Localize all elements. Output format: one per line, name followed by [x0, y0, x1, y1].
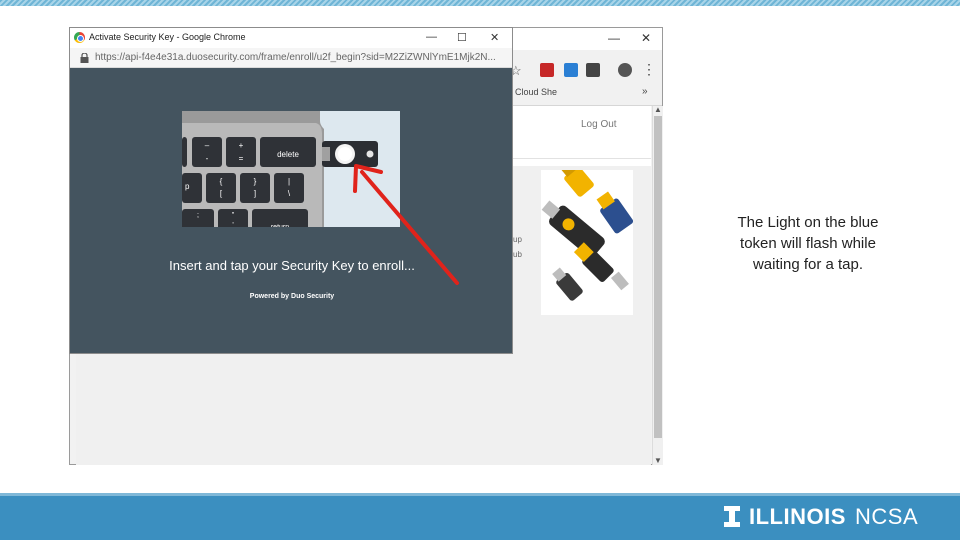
bg-scrollbar[interactable]: ▲ ▼ — [652, 105, 663, 465]
key-delete: delete — [277, 150, 299, 159]
security-keys-image — [541, 161, 634, 315]
bg-minimize-button[interactable]: — — [608, 31, 620, 45]
extension-icon[interactable] — [564, 63, 578, 77]
bg-close-button[interactable]: ✕ — [641, 31, 651, 45]
slide: — ✕ ☆ ⋮ Cloud She » Log Out up ub ▲ ▼ Ac… — [0, 0, 960, 540]
bookmark-cloud[interactable]: Cloud She — [515, 87, 557, 97]
popup-minimize-button[interactable]: — — [426, 31, 437, 43]
security-key-popup-window: Activate Security Key - Google Chrome — … — [69, 27, 513, 354]
footer-bar: ILLINOIS NCSA — [0, 493, 960, 540]
key-plus-top: + — [239, 141, 244, 150]
kebab-menu-icon[interactable]: ⋮ — [642, 61, 656, 78]
lock-icon — [80, 53, 89, 63]
bookmarks-overflow-icon[interactable]: » — [642, 86, 648, 97]
logo-illinois-text: ILLINOIS — [749, 504, 846, 529]
key-return: return — [271, 224, 289, 227]
top-stripe — [0, 0, 960, 6]
insert-key-instruction: Insert and tap your Security Key to enro… — [169, 258, 415, 273]
footer-accent-line — [0, 493, 960, 496]
block-i-icon — [724, 506, 740, 527]
security-keys-illustration — [541, 161, 634, 315]
popup-window-title: Activate Security Key - Google Chrome — [89, 32, 246, 42]
logout-link[interactable]: Log Out — [581, 119, 617, 130]
key-minus-bottom: - — [206, 154, 209, 163]
key-brace-top: { — [220, 177, 223, 186]
key-p: p — [185, 182, 190, 191]
caption-line-1: The Light on the blue — [737, 214, 879, 231]
bg-side-text-1: up — [513, 235, 522, 244]
scroll-down-icon[interactable]: ▼ — [654, 456, 662, 465]
bg-side-text-2: ub — [513, 250, 522, 259]
keyboard-security-key-illustration: – - + = delete p { [ } ] | \ ; " ' retur… — [182, 111, 400, 227]
key-plus-bottom: = — [239, 154, 244, 163]
popup-url: https://api-f4e4e31a.duosecurity.com/fra… — [95, 52, 496, 63]
profile-avatar-icon[interactable] — [618, 63, 632, 77]
key-semi: ; — [197, 212, 199, 219]
key-pipe-top: | — [288, 177, 290, 186]
powered-by-label: Powered by Duo Security — [249, 293, 335, 300]
key-rbrace-top: } — [254, 177, 257, 186]
extension-badge-icon[interactable] — [586, 63, 600, 77]
popup-maximize-button[interactable]: ☐ — [457, 31, 467, 44]
slide-caption: The Light on the blue token will flash w… — [715, 212, 901, 275]
key-quote-bottom: ' — [232, 222, 233, 227]
scrollbar-thumb[interactable] — [654, 116, 662, 438]
ublock-extension-icon[interactable] — [540, 63, 554, 77]
chrome-logo-icon — [74, 32, 85, 43]
scroll-up-icon[interactable]: ▲ — [654, 105, 662, 114]
popup-titlebar: Activate Security Key - Google Chrome — … — [70, 28, 512, 48]
popup-close-button[interactable]: ✕ — [490, 31, 499, 44]
caption-line-3: waiting for a tap. — [752, 256, 864, 273]
key-minus-top: – — [205, 141, 210, 150]
logo-ncsa-text: NCSA — [855, 504, 919, 529]
popup-address-bar[interactable]: https://api-f4e4e31a.duosecurity.com/fra… — [70, 48, 512, 68]
keyboard-illustration: – - + = delete p { [ } ] | \ ; " ' retur… — [182, 111, 400, 227]
key-rbrace-bottom: ] — [254, 189, 256, 198]
caption-line-2: token will flash while — [740, 235, 876, 252]
